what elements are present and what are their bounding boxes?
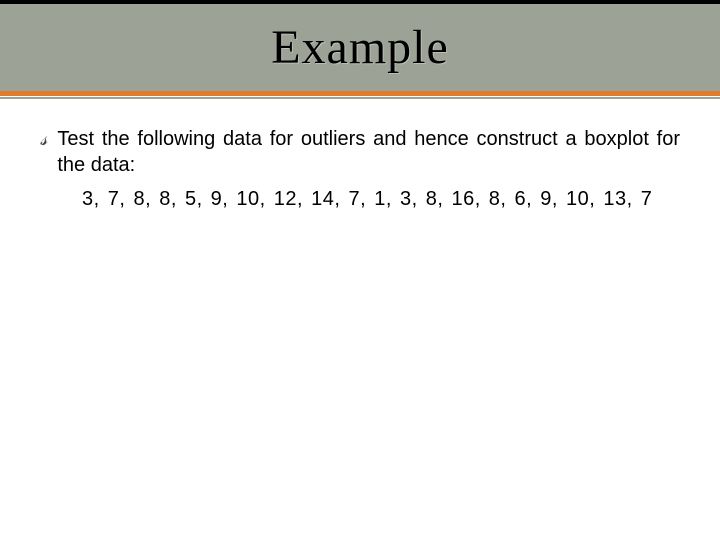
bullet-icon: 𝓈 bbox=[40, 126, 47, 152]
slide-content: 𝓈 Test the following data for outliers a… bbox=[0, 96, 720, 232]
title-bar: Example bbox=[0, 0, 720, 96]
data-list: 3, 7, 8, 8, 5, 9, 10, 12, 14, 7, 1, 3, 8… bbox=[82, 186, 680, 212]
slide-title: Example bbox=[271, 20, 449, 75]
bullet-item: 𝓈 Test the following data for outliers a… bbox=[40, 126, 680, 178]
bullet-text: Test the following data for outliers and… bbox=[57, 126, 680, 178]
